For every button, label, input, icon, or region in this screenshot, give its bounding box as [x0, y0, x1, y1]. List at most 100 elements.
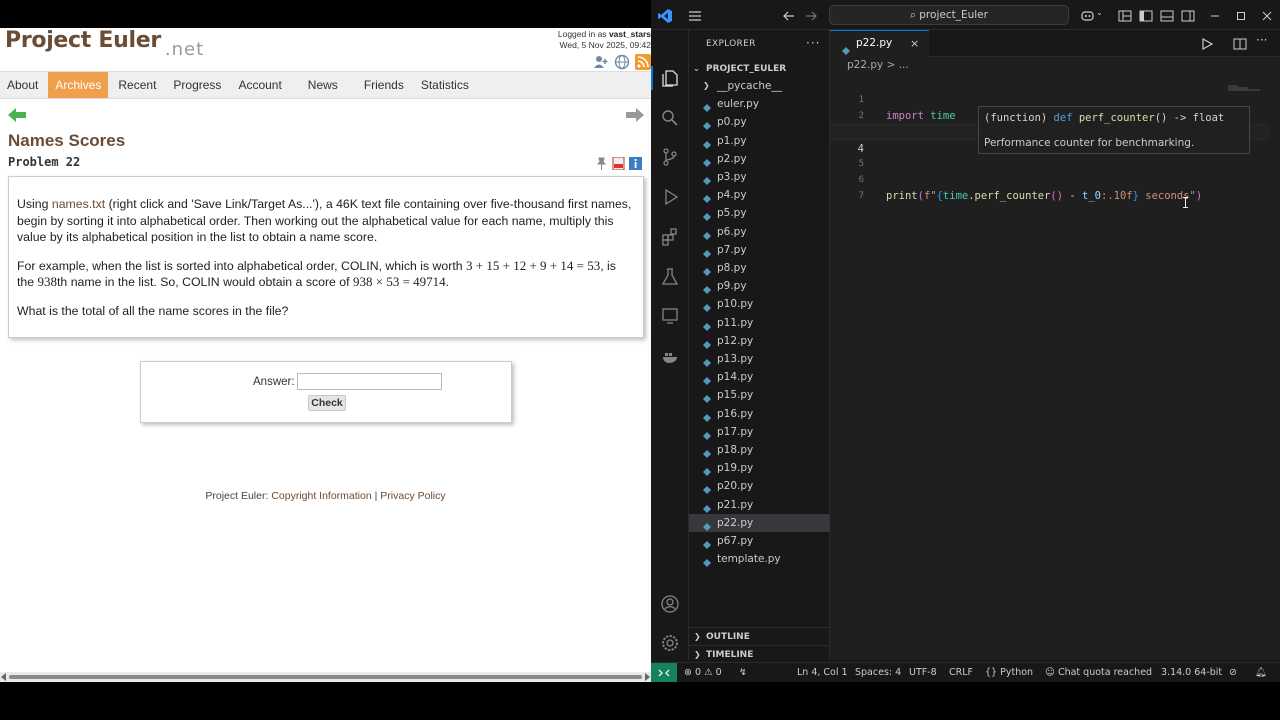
info-icon[interactable]: [629, 157, 642, 170]
folder-header[interactable]: ⌄ PROJECT_EULER: [689, 61, 830, 77]
file-tree-item[interactable]: p1.py: [689, 132, 830, 150]
file-tree-item[interactable]: p9.py: [689, 277, 830, 295]
file-tree-item[interactable]: p12.py: [689, 332, 830, 350]
encoding[interactable]: UTF-8: [909, 663, 937, 682]
scrollbar-thumb[interactable]: [9, 675, 642, 679]
toggle-panel-icon[interactable]: [1160, 8, 1174, 22]
back-arrow-icon[interactable]: [782, 8, 796, 22]
nav-archives[interactable]: Archives: [48, 72, 109, 98]
pdf-icon[interactable]: [612, 156, 625, 171]
file-tree-item[interactable]: p19.py: [689, 459, 830, 477]
file-tree-item[interactable]: p8.py: [689, 259, 830, 277]
rss-icon[interactable]: [635, 54, 651, 70]
file-tree-item[interactable]: p0.py: [689, 113, 830, 131]
nav-news[interactable]: News: [301, 72, 345, 98]
file-tree-item[interactable]: p21.py: [689, 496, 830, 514]
close-tab-icon[interactable]: ×: [910, 31, 919, 56]
file-tree-item[interactable]: p10.py: [689, 295, 830, 313]
menu-icon[interactable]: [688, 8, 702, 22]
pin-icon[interactable]: [595, 157, 608, 170]
names-file-link[interactable]: names.txt: [52, 197, 105, 211]
run-debug-icon[interactable]: [660, 187, 680, 207]
site-logo[interactable]: Project Euler .net: [5, 28, 204, 60]
source-control-icon[interactable]: [660, 147, 680, 167]
toggle-sidebar-icon[interactable]: [1139, 8, 1153, 22]
nav-friends[interactable]: Friends: [357, 72, 411, 98]
minimize-icon[interactable]: [1208, 8, 1222, 22]
file-tree-item[interactable]: p13.py: [689, 350, 830, 368]
check-button[interactable]: Check: [308, 395, 346, 411]
file-tree-item[interactable]: p15.py: [689, 386, 830, 404]
problems-indicator[interactable]: ⊗ 0 ⚠ 0: [684, 663, 722, 682]
indentation[interactable]: Spaces: 4: [855, 663, 901, 682]
copilot-disabled-icon[interactable]: ⊘: [1229, 663, 1237, 682]
cursor-position[interactable]: Ln 4, Col 1: [797, 663, 848, 682]
timeline-section[interactable]: ❯ TIMELINE: [689, 645, 830, 663]
close-window-icon[interactable]: [1260, 8, 1274, 22]
tab-p22[interactable]: p22.py ×: [830, 30, 929, 57]
file-tree-item[interactable]: p6.py: [689, 223, 830, 241]
maximize-icon[interactable]: [1234, 8, 1248, 22]
file-tree-item[interactable]: p22.py: [689, 513, 830, 532]
command-center-search[interactable]: ⌕ project_Euler: [829, 5, 1069, 25]
previous-problem-arrow-icon[interactable]: [8, 108, 26, 122]
nav-statistics[interactable]: Statistics: [414, 72, 476, 98]
file-tree-item[interactable]: p5.py: [689, 204, 830, 222]
nav-account[interactable]: Account: [231, 72, 288, 98]
file-tree-item[interactable]: p14.py: [689, 368, 830, 386]
breadcrumb[interactable]: p22.py > ...: [847, 59, 909, 71]
customize-layout-icon[interactable]: [1118, 8, 1132, 22]
file-tree-item[interactable]: p17.py: [689, 423, 830, 441]
scroll-left-arrow-icon[interactable]: [1, 673, 6, 681]
file-tree-item[interactable]: template.py: [689, 550, 830, 568]
settings-gear-icon[interactable]: [660, 633, 680, 653]
file-tree-item[interactable]: ❯ __pycache__: [689, 77, 830, 95]
copilot-chevron-down-icon[interactable]: ⌄: [1096, 8, 1110, 22]
file-tree-item[interactable]: p20.py: [689, 477, 830, 495]
file-tree-item[interactable]: p16.py: [689, 405, 830, 423]
file-tree-item[interactable]: p2.py: [689, 150, 830, 168]
account-icon[interactable]: [660, 594, 680, 614]
file-tree-item[interactable]: p4.py: [689, 186, 830, 204]
login-username[interactable]: vast_stars: [609, 29, 651, 39]
nav-recent[interactable]: Recent: [111, 72, 163, 98]
python-interpreter[interactable]: 3.14.0 64-bit: [1161, 663, 1222, 682]
run-python-icon[interactable]: [1200, 36, 1214, 51]
language-mode[interactable]: {} Python: [985, 663, 1033, 682]
line-endings[interactable]: CRLF: [949, 663, 973, 682]
next-problem-arrow-icon[interactable]: [626, 108, 644, 122]
file-tree-item[interactable]: p3.py: [689, 168, 830, 186]
globe-icon[interactable]: [614, 54, 630, 70]
file-tree-item[interactable]: p7.py: [689, 241, 830, 259]
ports-icon[interactable]: ↯: [739, 663, 747, 682]
explorer-more-actions-icon[interactable]: ···: [806, 36, 820, 50]
horizontal-scrollbar[interactable]: [0, 672, 651, 682]
chat-quota-status[interactable]: ☺ Chat quota reached: [1045, 663, 1152, 682]
testing-flask-icon[interactable]: [660, 267, 680, 287]
add-friend-icon[interactable]: [593, 54, 609, 70]
toggle-secondary-sidebar-icon[interactable]: [1181, 8, 1195, 22]
file-tree-item[interactable]: euler.py: [689, 95, 830, 113]
search-icon[interactable]: [660, 108, 680, 128]
nav-about[interactable]: About: [0, 72, 45, 98]
nav-progress[interactable]: Progress: [166, 72, 228, 98]
file-tree-item[interactable]: p11.py: [689, 314, 830, 332]
editor-more-actions-icon[interactable]: ···: [1256, 33, 1267, 47]
minimap[interactable]: [1228, 76, 1260, 91]
remote-indicator-icon[interactable]: [651, 663, 677, 682]
remote-explorer-icon[interactable]: [660, 306, 680, 326]
privacy-link[interactable]: Privacy Policy: [380, 490, 445, 502]
outline-section[interactable]: ❯ OUTLINE: [689, 627, 830, 645]
notifications-bell-icon[interactable]: 🔔︎: [1255, 663, 1267, 682]
extensions-icon[interactable]: [660, 227, 680, 247]
forward-arrow-icon[interactable]: [804, 8, 818, 22]
copyright-link[interactable]: Copyright Information: [271, 490, 371, 502]
docker-icon[interactable]: [660, 346, 680, 366]
split-editor-icon[interactable]: [1233, 36, 1247, 50]
explorer-files-icon[interactable]: [660, 68, 680, 88]
file-tree-item[interactable]: p67.py: [689, 532, 830, 550]
answer-input[interactable]: [297, 373, 442, 390]
copilot-icon[interactable]: [1081, 8, 1095, 22]
scroll-right-arrow-icon[interactable]: [645, 673, 650, 681]
file-tree-item[interactable]: p18.py: [689, 441, 830, 459]
